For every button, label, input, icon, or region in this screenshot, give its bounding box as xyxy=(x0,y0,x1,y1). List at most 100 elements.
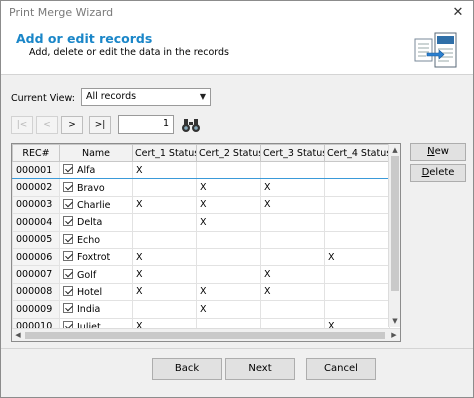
cert-2-status-cell[interactable]: X xyxy=(196,282,261,302)
delete-record-button[interactable]: Delete xyxy=(410,164,466,182)
column-header[interactable]: Cert_2 Status xyxy=(196,144,261,162)
cert-3-status-cell[interactable] xyxy=(260,247,325,267)
cert-2-status-cell[interactable] xyxy=(196,265,261,284)
vertical-scrollbar[interactable]: ▲ ▼ xyxy=(388,144,400,327)
horizontal-scrollbar[interactable]: ◀ ▶ xyxy=(12,328,400,341)
column-header[interactable]: Cert_4 Status xyxy=(324,144,390,162)
record-number-input[interactable]: 1 xyxy=(118,115,174,134)
cert-2-status-cell[interactable]: X xyxy=(196,213,261,232)
name-cell[interactable]: Charlie xyxy=(59,195,133,215)
name-cell[interactable]: Golf xyxy=(59,265,133,284)
cert-2-status-cell[interactable] xyxy=(196,160,261,180)
cert-2-status-cell[interactable]: X xyxy=(196,178,261,197)
cert-4-status-cell[interactable] xyxy=(324,160,390,180)
new-record-button[interactable]: New xyxy=(410,143,466,161)
name-cell[interactable]: Bravo xyxy=(59,178,133,197)
scroll-up-icon[interactable]: ▲ xyxy=(389,144,400,156)
cert-4-status-cell[interactable] xyxy=(324,195,390,215)
cert-3-status-cell[interactable]: X xyxy=(260,282,325,302)
name-cell[interactable]: India xyxy=(59,300,133,319)
cert-4-status-cell[interactable]: X xyxy=(324,247,390,267)
name-cell[interactable]: Echo xyxy=(59,230,133,249)
cert-3-status-cell[interactable] xyxy=(260,300,325,319)
cert-4-status-cell[interactable] xyxy=(324,178,390,197)
table-row[interactable]: 000006 Foxtrot X X xyxy=(12,247,390,267)
next-record-button[interactable]: > xyxy=(61,116,83,134)
table-header-row: REC# Name Cert_1 Status Cert_2 Status Cert_3… xyxy=(12,144,390,162)
cert-1-status-cell[interactable]: X xyxy=(132,282,197,302)
cert-3-status-cell[interactable]: X xyxy=(260,178,325,197)
cert-1-status-cell[interactable] xyxy=(132,213,197,232)
current-view-select[interactable]: All records ▼ xyxy=(81,88,211,106)
cert-3-status-cell[interactable] xyxy=(260,230,325,249)
scroll-down-icon[interactable]: ▼ xyxy=(389,315,400,327)
close-icon[interactable]: ✕ xyxy=(443,1,473,25)
cert-4-status-cell[interactable] xyxy=(324,282,390,302)
delete-button-label: Delete xyxy=(421,167,455,178)
include-record-checkbox[interactable] xyxy=(63,164,73,175)
record-number-cell: 000001 xyxy=(12,160,60,180)
cert-4-status-cell[interactable] xyxy=(324,300,390,319)
include-record-checkbox[interactable] xyxy=(63,303,73,314)
cert-4-status-cell[interactable] xyxy=(324,265,390,284)
include-record-checkbox[interactable] xyxy=(63,233,73,244)
binoculars-icon[interactable] xyxy=(181,116,201,134)
name-cell[interactable]: Hotel xyxy=(59,282,133,302)
records-grid[interactable]: REC# Name Cert_1 Status Cert_2 Status Cert_3… xyxy=(11,143,401,342)
name-text: Charlie xyxy=(77,199,111,211)
include-record-checkbox[interactable] xyxy=(63,216,73,227)
back-button[interactable]: Back xyxy=(152,358,222,380)
scroll-right-icon[interactable]: ▶ xyxy=(388,329,400,341)
include-record-checkbox[interactable] xyxy=(63,181,73,192)
cert-2-status-cell[interactable] xyxy=(196,247,261,267)
merge-document-icon xyxy=(414,32,457,68)
table-row[interactable]: 000005 Echo xyxy=(12,230,390,249)
column-header[interactable]: Cert_3 Status xyxy=(260,144,325,162)
cert-2-status-cell[interactable]: X xyxy=(196,300,261,319)
cert-2-status-cell[interactable]: X xyxy=(196,195,261,215)
include-record-checkbox[interactable] xyxy=(63,285,73,296)
cert-3-status-cell[interactable] xyxy=(260,160,325,180)
cert-3-status-cell[interactable]: X xyxy=(260,265,325,284)
cert-1-status-cell[interactable]: X xyxy=(132,160,197,180)
cert-1-status-cell[interactable] xyxy=(132,300,197,319)
cert-1-status-cell[interactable]: X xyxy=(132,247,197,267)
records-table: REC# Name Cert_1 Status Cert_2 Status Cert_3… xyxy=(12,144,390,336)
cert-4-status-cell[interactable] xyxy=(324,230,390,249)
print-merge-wizard-window: Print Merge Wizard ✕ Add or edit records… xyxy=(0,0,474,398)
name-cell[interactable]: Delta xyxy=(59,213,133,232)
table-row[interactable]: 000008 Hotel X X X xyxy=(12,282,390,302)
table-row[interactable]: 000004 Delta X xyxy=(12,213,390,232)
cert-4-status-cell[interactable] xyxy=(324,213,390,232)
table-row[interactable]: 000001 Alfa X xyxy=(12,160,390,180)
cert-2-status-cell[interactable] xyxy=(196,230,261,249)
name-cell[interactable]: Alfa xyxy=(59,160,133,180)
current-view-label: Current View: xyxy=(11,93,75,104)
column-header[interactable]: REC# xyxy=(12,144,60,162)
cancel-button[interactable]: Cancel xyxy=(306,358,376,380)
cert-1-status-cell[interactable]: X xyxy=(132,195,197,215)
footer-divider xyxy=(1,348,473,349)
cert-3-status-cell[interactable]: X xyxy=(260,195,325,215)
table-row[interactable]: 000007 Golf X X xyxy=(12,265,390,284)
cert-1-status-cell[interactable]: X xyxy=(132,265,197,284)
column-header[interactable]: Cert_1 Status xyxy=(132,144,197,162)
cert-3-status-cell[interactable] xyxy=(260,213,325,232)
previous-record-button[interactable]: < xyxy=(36,116,58,134)
horizontal-scroll-thumb[interactable] xyxy=(25,332,385,339)
vertical-scroll-thumb[interactable] xyxy=(391,156,399,291)
name-cell[interactable]: Foxtrot xyxy=(59,247,133,267)
include-record-checkbox[interactable] xyxy=(63,198,73,209)
cert-1-status-cell[interactable] xyxy=(132,230,197,249)
table-row[interactable]: 000003 Charlie X X X xyxy=(12,195,390,215)
include-record-checkbox[interactable] xyxy=(63,251,73,262)
scroll-left-icon[interactable]: ◀ xyxy=(12,329,24,341)
next-button[interactable]: Next xyxy=(225,358,295,380)
table-row[interactable]: 000009 India X xyxy=(12,300,390,319)
cert-1-status-cell[interactable] xyxy=(132,178,197,197)
table-row[interactable]: 000002 Bravo X X xyxy=(12,178,390,197)
column-header[interactable]: Name xyxy=(59,144,133,162)
include-record-checkbox[interactable] xyxy=(63,268,73,279)
last-record-button[interactable]: >| xyxy=(89,116,111,134)
first-record-button[interactable]: |< xyxy=(11,116,33,134)
